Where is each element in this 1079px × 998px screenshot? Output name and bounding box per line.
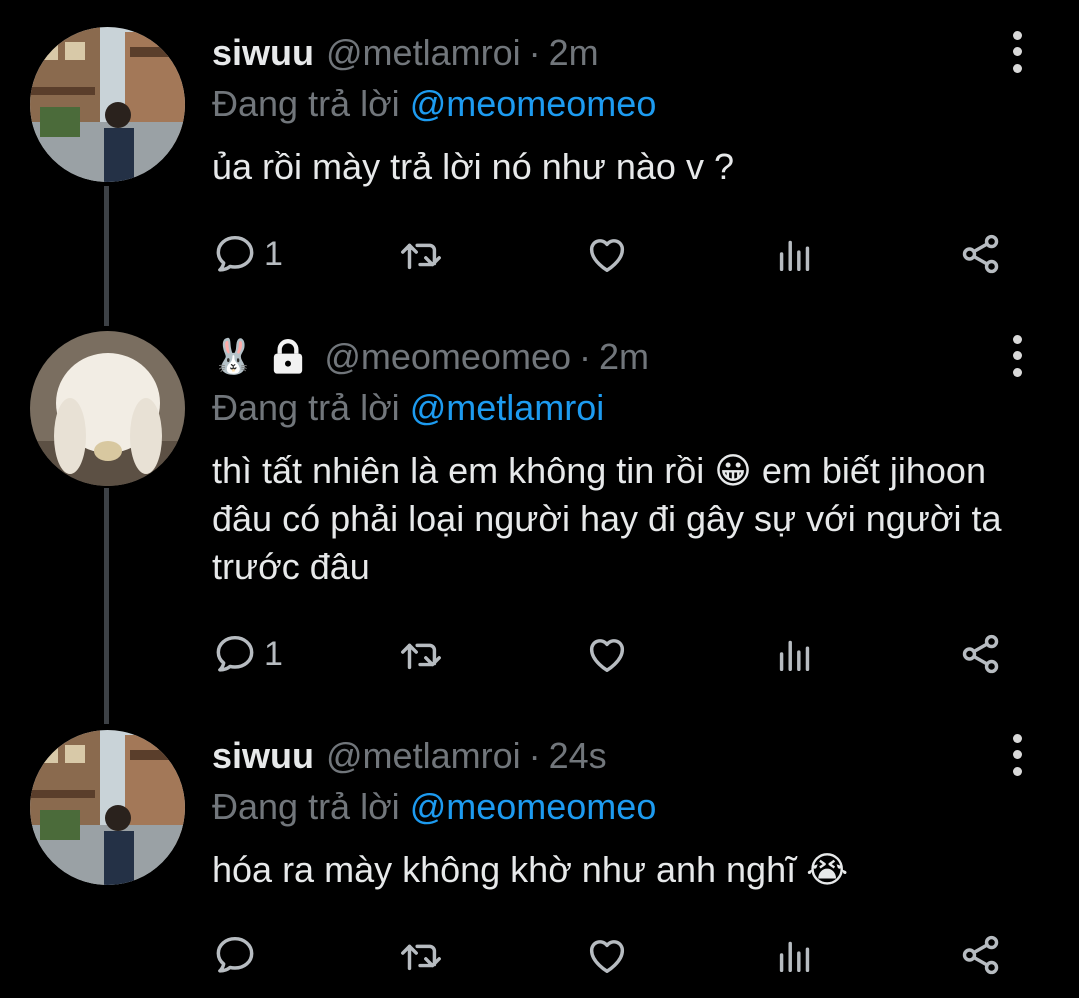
- reply-prefix: Đang trả lời: [212, 83, 400, 124]
- reply-count: 1: [264, 634, 283, 673]
- tweet-text: hóa ra mày không khờ như anh nghĩ 😭: [212, 849, 849, 890]
- reply-button[interactable]: 1: [212, 629, 283, 679]
- analytics-button[interactable]: [772, 930, 818, 980]
- like-button[interactable]: [584, 930, 630, 980]
- like-button[interactable]: [584, 229, 630, 279]
- reply-mention-link[interactable]: @meomeomeo: [410, 83, 657, 124]
- avatar[interactable]: [30, 27, 185, 182]
- timestamp[interactable]: 2m: [599, 336, 649, 378]
- share-icon: [962, 935, 999, 975]
- share-icon: [962, 634, 999, 674]
- tweet-actions: 1: [212, 229, 1012, 279]
- separator-dot: ·: [528, 32, 541, 73]
- avatar[interactable]: [30, 730, 185, 885]
- reply-button[interactable]: [212, 930, 264, 980]
- replying-to: Đang trả lời @metlamroi: [212, 387, 604, 429]
- retweet-button[interactable]: [398, 629, 444, 679]
- avatar[interactable]: [30, 331, 185, 486]
- display-name[interactable]: siwuu: [212, 32, 314, 74]
- analytics-icon: [779, 240, 810, 272]
- like-icon: [589, 239, 625, 273]
- like-icon: [589, 940, 625, 974]
- separator-dot: ·: [528, 735, 541, 776]
- replying-to: Đang trả lời @meomeomeo: [212, 786, 656, 828]
- like-icon: [589, 639, 625, 673]
- retweet-button[interactable]: [398, 930, 444, 980]
- user-handle[interactable]: @metlamroi: [326, 735, 521, 777]
- reply-icon: [216, 235, 254, 272]
- timestamp[interactable]: 2m: [549, 32, 599, 74]
- photo-man-street-icon: [30, 27, 185, 182]
- more-options-icon[interactable]: [1004, 730, 1030, 780]
- tweet-header: siwuu @metlamroi · 2m: [212, 27, 599, 79]
- display-name[interactable]: siwuu: [212, 735, 314, 777]
- reply-prefix: Đang trả lời: [212, 387, 400, 428]
- analytics-icon: [779, 640, 810, 672]
- photo-white-bunny-icon: [30, 331, 185, 486]
- tweet[interactable]: 🐰 @meomeomeo · 2m Đang trả lời @metlamro…: [0, 331, 1079, 701]
- tweet-actions: [212, 930, 1012, 980]
- share-button[interactable]: [958, 629, 1004, 679]
- share-icon: [962, 234, 999, 274]
- lock-icon: [274, 339, 303, 374]
- reply-icon: [216, 635, 254, 672]
- timestamp[interactable]: 24s: [549, 735, 607, 777]
- tweet-header: 🐰 @meomeomeo · 2m: [212, 331, 649, 383]
- separator-dot: ·: [578, 336, 591, 377]
- retweet-icon: [401, 944, 441, 971]
- tweet-header: siwuu @metlamroi · 24s: [212, 730, 607, 782]
- reply-button[interactable]: 1: [212, 229, 283, 279]
- like-button[interactable]: [584, 629, 630, 679]
- share-button[interactable]: [958, 229, 1004, 279]
- user-handle[interactable]: @metlamroi: [326, 32, 521, 74]
- analytics-button[interactable]: [772, 229, 818, 279]
- tweet-actions: 1: [212, 629, 1012, 679]
- analytics-icon: [779, 941, 810, 973]
- retweet-icon: [401, 243, 441, 270]
- tweet[interactable]: siwuu @metlamroi · 24s Đang trả lời @meo…: [0, 730, 1079, 992]
- tweet-text: ủa rồi mày trả lời nó như nào v ?: [212, 146, 734, 187]
- more-options-icon[interactable]: [1004, 27, 1030, 77]
- more-options-icon[interactable]: [1004, 331, 1030, 381]
- retweet-button[interactable]: [398, 229, 444, 279]
- analytics-button[interactable]: [772, 629, 818, 679]
- reply-mention-link[interactable]: @meomeomeo: [410, 786, 657, 827]
- tweet[interactable]: siwuu @metlamroi · 2m Đang trả lời @meom…: [0, 27, 1079, 287]
- display-name[interactable]: 🐰: [212, 337, 254, 377]
- reply-mention-link[interactable]: @metlamroi: [410, 387, 605, 428]
- tweet-text: thì tất nhiên là em không tin rồi 😀 em b…: [212, 450, 1002, 587]
- retweet-icon: [401, 643, 441, 670]
- replying-to: Đang trả lời @meomeomeo: [212, 83, 656, 125]
- share-button[interactable]: [958, 930, 1004, 980]
- user-handle[interactable]: @meomeomeo: [324, 336, 571, 378]
- reply-count: 1: [264, 234, 283, 273]
- reply-prefix: Đang trả lời: [212, 786, 400, 827]
- photo-man-street-icon: [30, 730, 185, 885]
- reply-icon: [216, 936, 254, 973]
